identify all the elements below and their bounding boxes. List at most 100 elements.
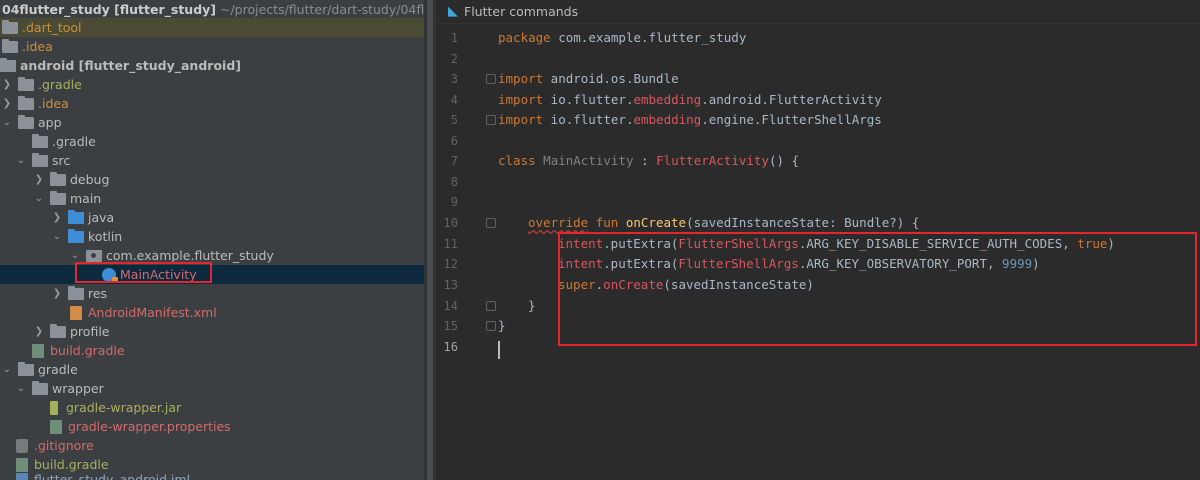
- tree-item-src[interactable]: ⌄ src: [0, 151, 424, 170]
- tree-item-label: wrapper: [52, 381, 104, 396]
- tree-item-debug[interactable]: ❯ debug: [0, 170, 424, 189]
- folder-icon: [18, 114, 34, 129]
- line-number: 5: [450, 113, 458, 127]
- code-line-10: override fun onCreate(savedInstanceState…: [528, 213, 919, 233]
- editor-tab-bar: ◣ Flutter commands: [436, 0, 1200, 24]
- chevron-right-icon[interactable]: ❯: [32, 326, 46, 337]
- tree-item-gradle[interactable]: ⌄ gradle: [0, 360, 424, 379]
- line-number: 15: [443, 319, 458, 333]
- tree-item-label: app: [38, 115, 62, 130]
- tree-item-iml[interactable]: flutter_study_android.iml: [0, 470, 424, 480]
- tree-item-android[interactable]: android [flutter_study_android]: [0, 56, 424, 75]
- tree-item-app-gradle[interactable]: .gradle: [0, 132, 424, 151]
- chevron-down-icon[interactable]: ⌄: [14, 155, 28, 166]
- folder-icon: [32, 380, 48, 395]
- keyword: fun: [588, 215, 626, 230]
- tree-scrollbar[interactable]: [427, 0, 433, 480]
- folder-icon: [18, 361, 34, 376]
- tree-item-wrapper-properties[interactable]: gradle-wrapper.properties: [0, 417, 424, 436]
- folder-icon: [18, 95, 34, 110]
- source-folder-icon: [68, 209, 84, 224]
- chevron-right-icon[interactable]: ❯: [0, 79, 14, 90]
- line-number: 10: [443, 216, 458, 230]
- chevron-down-icon[interactable]: ⌄: [32, 193, 46, 204]
- tree-item-gitignore[interactable]: .gitignore: [0, 436, 424, 455]
- iml-file-icon: [16, 472, 28, 480]
- tree-item-app[interactable]: ⌄ app: [0, 113, 424, 132]
- chevron-right-icon[interactable]: ❯: [50, 288, 64, 299]
- line-number: 2: [450, 52, 458, 66]
- tree-item-label: kotlin: [88, 229, 123, 244]
- code-line-1: package com.example.flutter_study: [498, 28, 746, 48]
- chevron-down-icon[interactable]: ⌄: [0, 364, 14, 375]
- line-number: 4: [450, 93, 458, 107]
- tree-item-wrapper[interactable]: ⌄ wrapper: [0, 379, 424, 398]
- code-area[interactable]: package com.example.flutter_study import…: [486, 24, 1200, 480]
- tree-item-main[interactable]: ⌄ main: [0, 189, 424, 208]
- project-path: ~/projects/flutter/dart-study/04flutter_…: [220, 1, 424, 17]
- flutter-commands-tab[interactable]: Flutter commands: [464, 4, 578, 19]
- keyword: override: [528, 215, 589, 230]
- line-number: 12: [443, 257, 458, 271]
- tree-item-label: gradle-wrapper.properties: [68, 419, 231, 434]
- gradle-file-icon: [32, 343, 44, 358]
- keyword: import: [498, 71, 544, 86]
- tree-item-manifest[interactable]: AndroidManifest.xml: [0, 303, 424, 322]
- line-number: 11: [443, 237, 458, 251]
- chevron-down-icon[interactable]: ⌄: [50, 231, 64, 242]
- fold-marker-icon[interactable]: [486, 74, 496, 84]
- fold-marker-icon[interactable]: [486, 218, 496, 228]
- line-number: 9: [450, 195, 458, 209]
- class-name: MainActivity: [535, 153, 634, 168]
- folder-icon: [0, 57, 16, 72]
- tree-item-res[interactable]: ❯ res: [0, 284, 424, 303]
- line-number: 1: [450, 31, 458, 45]
- fold-marker-icon[interactable]: [486, 115, 496, 125]
- tree-item-idea[interactable]: .idea: [0, 37, 424, 56]
- parameters: (savedInstanceState: Bundle?) {: [686, 215, 920, 230]
- tree-item-label: src: [52, 153, 71, 168]
- import-path: .android.FlutterActivity: [701, 92, 882, 107]
- main-activity-highlight-box: [75, 262, 212, 283]
- tree-item-label: .idea: [38, 96, 69, 111]
- chevron-right-icon[interactable]: ❯: [32, 174, 46, 185]
- tree-item-label: AndroidManifest.xml: [88, 305, 217, 320]
- folder-icon: [2, 19, 18, 34]
- tree-item-app-build-gradle[interactable]: build.gradle: [0, 341, 424, 360]
- tree-item-wrapper-jar[interactable]: gradle-wrapper.jar: [0, 398, 424, 417]
- tree-item-java[interactable]: ❯ java: [0, 208, 424, 227]
- chevron-right-icon[interactable]: ❯: [50, 212, 64, 223]
- chevron-right-icon[interactable]: ❯: [0, 98, 14, 109]
- tree-item-android-gradle[interactable]: ❯ .gradle: [0, 75, 424, 94]
- tree-item-label: android [flutter_study_android]: [20, 58, 241, 73]
- tree-item-package[interactable]: ⌄ com.example.flutter_study: [0, 246, 424, 265]
- colon: :: [633, 153, 657, 168]
- code-editor[interactable]: ◣ Flutter commands 1 2 3 4 5 6 7 8 9 10 …: [436, 0, 1200, 480]
- chevron-down-icon[interactable]: ⌄: [68, 250, 82, 261]
- import-path: .engine.FlutterShellArgs: [701, 112, 882, 127]
- tree-item-dart-tool[interactable]: .dart_tool: [0, 18, 424, 37]
- chevron-down-icon[interactable]: ⌄: [14, 383, 28, 394]
- code-line-4: import io.flutter.embedding.android.Flut…: [498, 90, 882, 110]
- panel-splitter[interactable]: [424, 0, 436, 480]
- code-line-3: import android.os.Bundle: [498, 69, 679, 89]
- line-number: 8: [450, 175, 458, 189]
- tree-item-android-idea[interactable]: ❯ .idea: [0, 94, 424, 113]
- tree-item-kotlin[interactable]: ⌄ kotlin: [0, 227, 424, 246]
- punctuation: () {: [768, 153, 800, 168]
- fold-marker-icon[interactable]: [486, 301, 496, 311]
- tree-item-main-activity[interactable]: MainActivity: [0, 265, 424, 284]
- tree-item-label: .idea: [22, 39, 53, 54]
- folder-icon: [18, 76, 34, 91]
- closing-brace: }: [498, 318, 506, 333]
- tree-item-label: flutter_study_android.iml: [34, 472, 191, 480]
- tree-item-profile[interactable]: ❯ profile: [0, 322, 424, 341]
- code-line-15: }: [498, 316, 506, 336]
- text-caret: [498, 341, 500, 359]
- tree-item-label: .gradle: [38, 77, 82, 92]
- fold-marker-icon[interactable]: [486, 321, 496, 331]
- project-title: 04flutter_study [flutter_study] ~/projec…: [0, 0, 424, 18]
- xml-file-icon: [70, 305, 82, 320]
- tree-item-label: gradle-wrapper.jar: [66, 400, 182, 415]
- chevron-down-icon[interactable]: ⌄: [0, 117, 14, 128]
